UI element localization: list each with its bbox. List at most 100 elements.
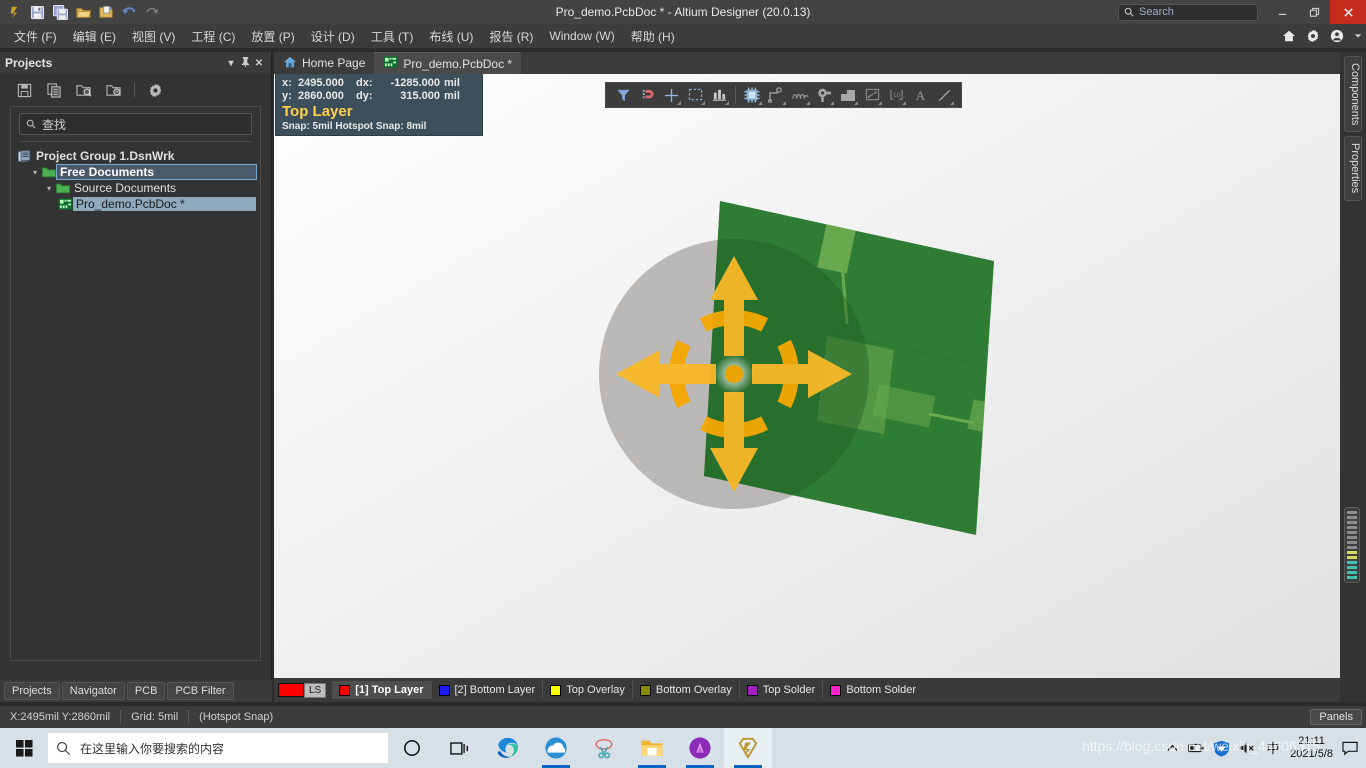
layer-tab-top-layer[interactable]: [1] Top Layer (332, 681, 432, 699)
crosshair-icon[interactable] (660, 84, 682, 106)
menu-tools[interactable]: 工具 (T) (363, 26, 422, 47)
panel-tab-navigator[interactable]: Navigator (61, 682, 125, 700)
menu-view[interactable]: 视图 (V) (124, 26, 183, 47)
volume-muted-icon[interactable] (1239, 741, 1256, 755)
dropdown-arrow-icon[interactable] (725, 101, 729, 105)
pcb-canvas[interactable]: x: 2495.000 dx: -1285.000 mil y: 2860.00… (274, 74, 1340, 678)
rail-tab-components[interactable]: Components (1344, 56, 1362, 133)
menu-reports[interactable]: 报告 (R) (481, 26, 541, 47)
marquee-select-icon[interactable] (684, 84, 706, 106)
dropdown-arrow-icon[interactable] (701, 101, 705, 105)
close-icon[interactable]: ✕ (252, 58, 266, 69)
coordinate-icon[interactable]: 10 (885, 84, 907, 106)
minimize-button[interactable] (1266, 0, 1298, 24)
copy-icon[interactable] (44, 80, 64, 100)
edge-browser-icon[interactable] (484, 728, 532, 768)
notification-icon[interactable] (1342, 741, 1358, 756)
pin-icon[interactable] (238, 56, 252, 70)
component-icon[interactable] (741, 84, 763, 106)
menu-route[interactable]: 布线 (U) (421, 26, 481, 47)
polygon-pour-icon[interactable] (837, 84, 859, 106)
layer-set-selector[interactable]: LS (278, 682, 327, 698)
layer-set-label[interactable]: LS (304, 682, 327, 698)
recent-folder-icon[interactable] (104, 80, 124, 100)
global-search-input[interactable]: Search (1118, 3, 1258, 21)
open-project-icon[interactable] (96, 2, 116, 22)
taskbar-search-input[interactable]: 在这里输入你要搜索的内容 (48, 733, 388, 763)
open-icon[interactable] (73, 2, 93, 22)
gear-icon[interactable] (145, 80, 165, 100)
app-purple-icon[interactable] (676, 728, 724, 768)
dimension-icon[interactable] (861, 84, 883, 106)
dropdown-arrow-icon[interactable] (758, 101, 762, 105)
line-icon[interactable] (933, 84, 955, 106)
dropdown-arrow-icon[interactable] (902, 101, 906, 105)
task-view-icon[interactable] (436, 728, 484, 768)
battery-icon[interactable] (1188, 742, 1204, 754)
layer-color-stack[interactable] (1344, 507, 1360, 583)
menu-window[interactable]: Window (W) (541, 27, 622, 45)
home-icon[interactable] (1282, 29, 1296, 43)
menu-file[interactable]: 文件 (F) (6, 26, 65, 47)
panel-tab-pcb-filter[interactable]: PCB Filter (167, 682, 234, 700)
menu-place[interactable]: 放置 (P) (243, 26, 302, 47)
layer-tab-bottom-overlay[interactable]: Bottom Overlay (633, 681, 740, 699)
dropdown-arrow-icon[interactable] (782, 101, 786, 105)
windows-start-icon[interactable] (0, 728, 48, 768)
text-string-icon[interactable]: A (909, 84, 931, 106)
layer-tab-top-overlay[interactable]: Top Overlay (543, 681, 633, 699)
rail-tab-properties[interactable]: Properties (1344, 136, 1362, 201)
chevron-up-icon[interactable] (1166, 742, 1179, 755)
security-shield-icon[interactable] (1213, 740, 1230, 757)
layer-tab-bottom-solder[interactable]: Bottom Solder (823, 681, 923, 699)
align-icon[interactable] (708, 84, 730, 106)
route-track-icon[interactable] (765, 84, 787, 106)
ime-chinese-icon[interactable]: 中 (1265, 740, 1281, 756)
restore-button[interactable] (1298, 0, 1330, 24)
tab-home-page[interactable]: Home Page (274, 52, 374, 74)
tree-item-free-documents[interactable]: ▾ Free Documents (15, 164, 257, 180)
expand-arrow-icon[interactable]: ▾ (43, 184, 55, 193)
save-all-icon[interactable] (50, 2, 70, 22)
file-explorer-icon[interactable] (628, 728, 676, 768)
close-button[interactable] (1330, 0, 1366, 24)
taskbar-clock[interactable]: 21:11 2021/5/8 (1290, 735, 1333, 761)
menu-help[interactable]: 帮助 (H) (623, 26, 683, 47)
altium-logo-icon[interactable] (4, 2, 24, 22)
panels-button[interactable]: Panels (1310, 709, 1362, 725)
expand-arrow-icon[interactable]: ▾ (29, 168, 41, 177)
find-input[interactable]: 查找 (19, 113, 252, 135)
tree-item-project-group[interactable]: Project Group 1.DsnWrk (15, 148, 256, 164)
panel-tab-pcb[interactable]: PCB (126, 682, 166, 700)
menu-edit[interactable]: 编辑 (E) (65, 26, 124, 47)
gear-icon[interactable] (1306, 29, 1320, 43)
save-icon[interactable] (27, 2, 47, 22)
tab-pro-demo-pcbdoc[interactable]: Pro_demo.PcbDoc * (374, 52, 522, 74)
undo-icon[interactable] (119, 2, 139, 22)
filter-icon[interactable] (612, 84, 634, 106)
magnet-snap-icon[interactable] (636, 84, 658, 106)
via-pad-icon[interactable] (813, 84, 835, 106)
tree-item-source-documents[interactable]: ▾ Source Documents (15, 180, 256, 196)
save-icon[interactable] (14, 80, 34, 100)
dropdown-arrow-icon[interactable] (830, 101, 834, 105)
dropdown-arrow-icon[interactable] (950, 101, 954, 105)
dropdown-arrow-icon[interactable] (806, 101, 810, 105)
snipaste-icon[interactable] (580, 728, 628, 768)
search-folder-icon[interactable] (74, 80, 94, 100)
dropdown-arrow-icon[interactable] (878, 101, 882, 105)
layer-tab-bottom-layer[interactable]: [2] Bottom Layer (432, 681, 544, 699)
dropdown-arrow-icon[interactable] (677, 101, 681, 105)
dropdown-arrow-icon[interactable] (854, 101, 858, 105)
account-icon[interactable] (1330, 29, 1344, 43)
layer-tab-top-solder[interactable]: Top Solder (740, 681, 824, 699)
tree-item-pcb-doc[interactable]: Pro_demo.PcbDoc * (15, 196, 256, 212)
cortana-icon[interactable] (388, 728, 436, 768)
altium-designer-icon[interactable] (724, 728, 772, 768)
menu-design[interactable]: 设计 (D) (303, 26, 363, 47)
chevron-down-icon[interactable] (1354, 32, 1362, 40)
chevron-down-icon[interactable]: ▾ (224, 58, 238, 69)
interactive-length-tune-icon[interactable] (789, 84, 811, 106)
qq-browser-icon[interactable] (532, 728, 580, 768)
menu-project[interactable]: 工程 (C) (183, 26, 243, 47)
